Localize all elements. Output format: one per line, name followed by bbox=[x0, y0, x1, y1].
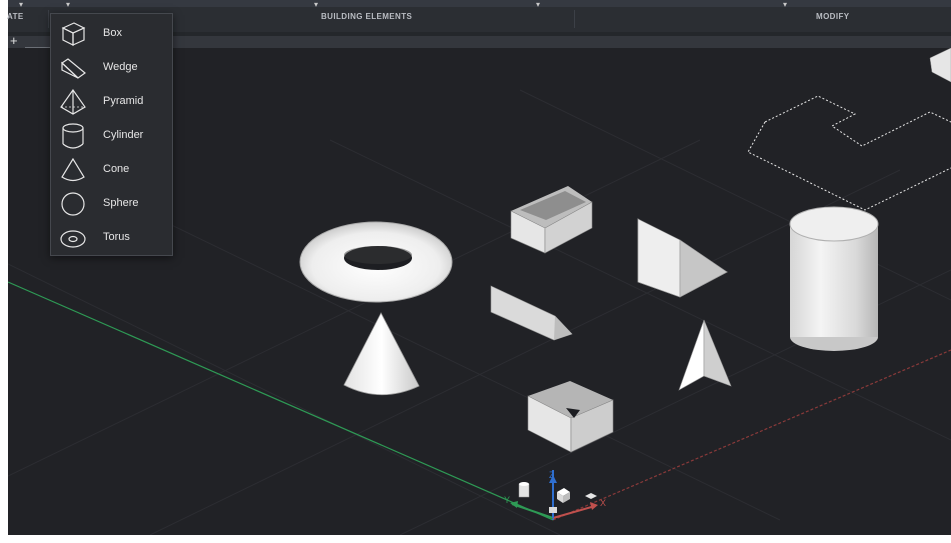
ribbon-separator bbox=[48, 10, 49, 28]
menu-item-wedge[interactable]: Wedge bbox=[51, 51, 172, 85]
new-tab-plus-icon[interactable]: + bbox=[10, 34, 18, 48]
lying-wedge-solid[interactable] bbox=[490, 285, 573, 341]
y-axis-line bbox=[8, 281, 554, 521]
cone-solid[interactable] bbox=[343, 312, 420, 396]
ribbon-collapse-caret-icon[interactable]: ▾ bbox=[536, 1, 540, 9]
dashed-polyline-outline bbox=[764, 95, 951, 147]
corner-solid-fragment bbox=[929, 48, 951, 83]
wedge-icon bbox=[61, 58, 86, 79]
cad-application: ▾ ▾ ▾ ▾ ▾ ATE BUILDING ELEMENTS MODIFY + bbox=[0, 0, 951, 543]
menu-item-label: Cone bbox=[103, 163, 130, 175]
ribbon-group-building-elements-label[interactable]: BUILDING ELEMENTS bbox=[321, 12, 412, 21]
x-axis-line bbox=[552, 349, 951, 521]
menu-item-cone[interactable]: Cone bbox=[51, 153, 172, 187]
ribbon-top-edge bbox=[8, 0, 951, 7]
wedge-solid[interactable] bbox=[637, 218, 728, 298]
ucs-y-label: Y bbox=[504, 495, 510, 505]
sphere-icon bbox=[61, 192, 85, 216]
ribbon-collapse-caret-icon[interactable]: ▾ bbox=[66, 1, 70, 9]
pyramid-icon bbox=[60, 88, 86, 115]
solids-dropdown-menu: Box Wedge Pyramid Cylinder Cone Sphere T… bbox=[50, 13, 173, 256]
ribbon-separator bbox=[574, 10, 575, 28]
ribbon-collapse-caret-icon[interactable]: ▾ bbox=[783, 1, 787, 9]
menu-item-label: Cylinder bbox=[103, 129, 144, 141]
menu-item-box[interactable]: Box bbox=[51, 17, 172, 51]
ucs-z-label: Z bbox=[549, 470, 555, 480]
box-icon bbox=[61, 22, 86, 46]
cylinder-icon bbox=[62, 123, 84, 149]
cylinder-solid[interactable] bbox=[789, 206, 879, 351]
menu-item-label: Pyramid bbox=[103, 95, 144, 107]
menu-item-label: Wedge bbox=[103, 61, 138, 73]
menu-item-label: Box bbox=[103, 27, 122, 39]
dashed-polyline-outline-lower bbox=[747, 121, 951, 211]
menu-item-sphere[interactable]: Sphere bbox=[51, 187, 172, 221]
menu-item-pyramid[interactable]: Pyramid bbox=[51, 85, 172, 119]
torus-solid[interactable] bbox=[299, 221, 453, 303]
menu-item-cylinder[interactable]: Cylinder bbox=[51, 119, 172, 153]
menu-item-label: Torus bbox=[103, 231, 130, 243]
open-box-solid[interactable] bbox=[510, 186, 593, 254]
ribbon-group-create-label[interactable]: ATE bbox=[7, 12, 24, 21]
open-box-solid-lower[interactable] bbox=[527, 381, 614, 453]
menu-item-label: Sphere bbox=[103, 197, 139, 209]
menu-item-torus[interactable]: Torus bbox=[51, 221, 172, 255]
ribbon-group-modify-label[interactable]: MODIFY bbox=[816, 12, 850, 21]
ribbon-collapse-caret-icon[interactable]: ▾ bbox=[314, 1, 318, 9]
ribbon-collapse-caret-icon[interactable]: ▾ bbox=[19, 1, 23, 9]
ucs-x-label: X bbox=[600, 498, 606, 508]
window-bottom-margin bbox=[0, 535, 951, 543]
torus-icon bbox=[60, 230, 86, 248]
cone-icon bbox=[61, 157, 85, 182]
